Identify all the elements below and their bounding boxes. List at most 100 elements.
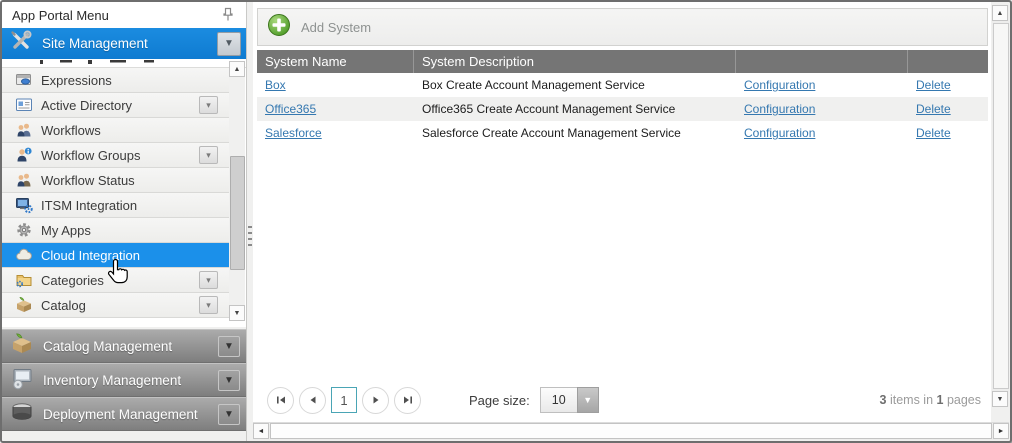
previous-page-button[interactable] xyxy=(299,387,326,414)
sidebar-item-catalog[interactable]: Catalog ▾ xyxy=(2,293,229,318)
catalog-icon xyxy=(15,296,33,314)
my-apps-icon xyxy=(15,221,33,239)
sidebar-item-cloud-integration[interactable]: Cloud Integration xyxy=(2,243,229,268)
workflows-icon xyxy=(15,121,33,139)
column-header-system-name[interactable]: System Name xyxy=(257,50,414,73)
section-label: Deployment Management xyxy=(43,407,218,422)
items-text: items in xyxy=(887,393,937,407)
delete-link[interactable]: Delete xyxy=(916,126,951,140)
section-dropdown-button[interactable]: ▼ xyxy=(218,370,240,391)
page-size-value: 10 xyxy=(540,387,577,413)
system-name-link[interactable]: Box xyxy=(265,78,286,92)
workflow-groups-icon xyxy=(15,146,33,164)
sidebar-item-active-directory[interactable]: Active Directory ▾ xyxy=(2,93,229,118)
delete-link[interactable]: Delete xyxy=(916,78,951,92)
deployment-management-icon xyxy=(10,400,34,429)
section-dropdown-button[interactable]: ▼ xyxy=(218,336,240,357)
active-directory-icon xyxy=(15,96,33,114)
section-label: Inventory Management xyxy=(43,373,218,388)
section-label: Site Management xyxy=(42,36,217,51)
item-label: Cloud Integration xyxy=(41,248,229,263)
sidebar-item-workflows[interactable]: Workflows xyxy=(2,118,229,143)
add-icon xyxy=(267,13,291,42)
sidebar-scrollbar: ▲ ▼ xyxy=(229,61,245,321)
item-dropdown-button[interactable]: ▾ xyxy=(199,96,218,114)
workflow-status-icon xyxy=(15,171,33,189)
item-label: Workflow Status xyxy=(41,173,229,188)
item-label: My Apps xyxy=(41,223,229,238)
sidebar-item-categories[interactable]: Categories ▾ xyxy=(2,268,229,293)
tools-icon xyxy=(10,30,32,57)
scroll-down-button[interactable]: ▼ xyxy=(992,391,1008,407)
item-label: Catalog xyxy=(41,298,199,313)
system-description: Salesforce Create Account Management Ser… xyxy=(414,121,736,145)
sidebar-list: Expressions Active Directory ▾ Workflows xyxy=(2,59,246,327)
item-dropdown-button[interactable]: ▾ xyxy=(199,271,218,289)
next-page-button[interactable] xyxy=(362,387,389,414)
delete-link[interactable]: Delete xyxy=(916,102,951,116)
configuration-link[interactable]: Configuration xyxy=(744,78,815,92)
chevron-down-icon: ▼ xyxy=(577,387,599,413)
items-count: 3 xyxy=(880,393,887,407)
sidebar-item-expressions[interactable]: Expressions xyxy=(2,68,229,93)
item-dropdown-button[interactable]: ▾ xyxy=(199,296,218,314)
section-dropdown-button[interactable]: ▼ xyxy=(217,32,241,56)
scrollbar-thumb[interactable] xyxy=(993,23,1009,389)
toolbar: Add System xyxy=(257,8,988,46)
system-description: Office365 Create Account Management Serv… xyxy=(414,97,736,121)
clipped-list-item xyxy=(2,59,246,68)
item-label: Workflow Groups xyxy=(41,148,199,163)
sidebar-title: App Portal Menu xyxy=(2,8,218,23)
splitter-grip-icon xyxy=(248,226,252,248)
section-label: Catalog Management xyxy=(43,339,218,354)
section-header-site-management[interactable]: Site Management ▼ xyxy=(2,28,246,59)
main-panel: Add System System Name System Descriptio… xyxy=(253,2,991,423)
scroll-right-button[interactable]: ► xyxy=(993,423,1009,439)
item-label: Active Directory xyxy=(41,98,199,113)
sidebar-header: App Portal Menu xyxy=(2,2,246,29)
system-name-link[interactable]: Office365 xyxy=(265,102,316,116)
vertical-scrollbar: ▲ ▼ xyxy=(992,5,1009,407)
configuration-link[interactable]: Configuration xyxy=(744,102,815,116)
section-dropdown-button[interactable]: ▼ xyxy=(218,404,240,425)
expressions-icon xyxy=(15,71,33,89)
scroll-left-button[interactable]: ◄ xyxy=(253,423,269,439)
first-page-button[interactable] xyxy=(267,387,294,414)
app-window: App Portal Menu Site Management ▼ xyxy=(0,0,1012,443)
pin-icon[interactable] xyxy=(218,5,238,25)
inventory-management-icon xyxy=(10,366,34,395)
add-system-label: Add System xyxy=(301,20,371,35)
item-label: Categories xyxy=(41,273,199,288)
section-header-inventory-management[interactable]: Inventory Management ▼ xyxy=(2,363,246,397)
item-dropdown-button[interactable]: ▾ xyxy=(199,146,218,164)
item-label: Expressions xyxy=(41,73,229,88)
sidebar-item-workflow-status[interactable]: Workflow Status xyxy=(2,168,229,193)
configuration-link[interactable]: Configuration xyxy=(744,126,815,140)
pager-summary: 3 items in 1 pages xyxy=(880,393,981,407)
horizontal-scrollbar: ◄ ► xyxy=(253,422,1009,440)
system-description: Box Create Account Management Service xyxy=(414,73,736,97)
column-header-delete[interactable] xyxy=(908,50,988,73)
section-header-deployment-management[interactable]: Deployment Management ▼ xyxy=(2,397,246,431)
scroll-up-button[interactable]: ▲ xyxy=(229,61,245,77)
pages-text: pages xyxy=(943,393,981,407)
section-header-catalog-management[interactable]: Catalog Management ▼ xyxy=(2,329,246,363)
add-system-button[interactable]: Add System xyxy=(267,13,371,42)
last-page-button[interactable] xyxy=(394,387,421,414)
sidebar-item-my-apps[interactable]: My Apps xyxy=(2,218,229,243)
table-row: Salesforce Salesforce Create Account Man… xyxy=(257,121,988,145)
sidebar-item-itsm-integration[interactable]: ITSM Integration xyxy=(2,193,229,218)
item-label: ITSM Integration xyxy=(41,198,229,213)
scrollbar-thumb[interactable] xyxy=(230,156,245,270)
scrollbar-thumb[interactable] xyxy=(270,423,992,439)
sidebar-item-workflow-groups[interactable]: Workflow Groups ▾ xyxy=(2,143,229,168)
page-size-dropdown[interactable]: 10 ▼ xyxy=(540,387,599,413)
scroll-down-button[interactable]: ▼ xyxy=(229,305,245,321)
column-header-configuration[interactable] xyxy=(736,50,908,73)
system-name-link[interactable]: Salesforce xyxy=(265,126,322,140)
page-number-button[interactable]: 1 xyxy=(331,387,357,413)
column-header-system-description[interactable]: System Description xyxy=(414,50,736,73)
scroll-up-button[interactable]: ▲ xyxy=(992,5,1008,21)
itsm-integration-icon xyxy=(15,196,33,214)
page-size-label: Page size: xyxy=(469,393,530,408)
